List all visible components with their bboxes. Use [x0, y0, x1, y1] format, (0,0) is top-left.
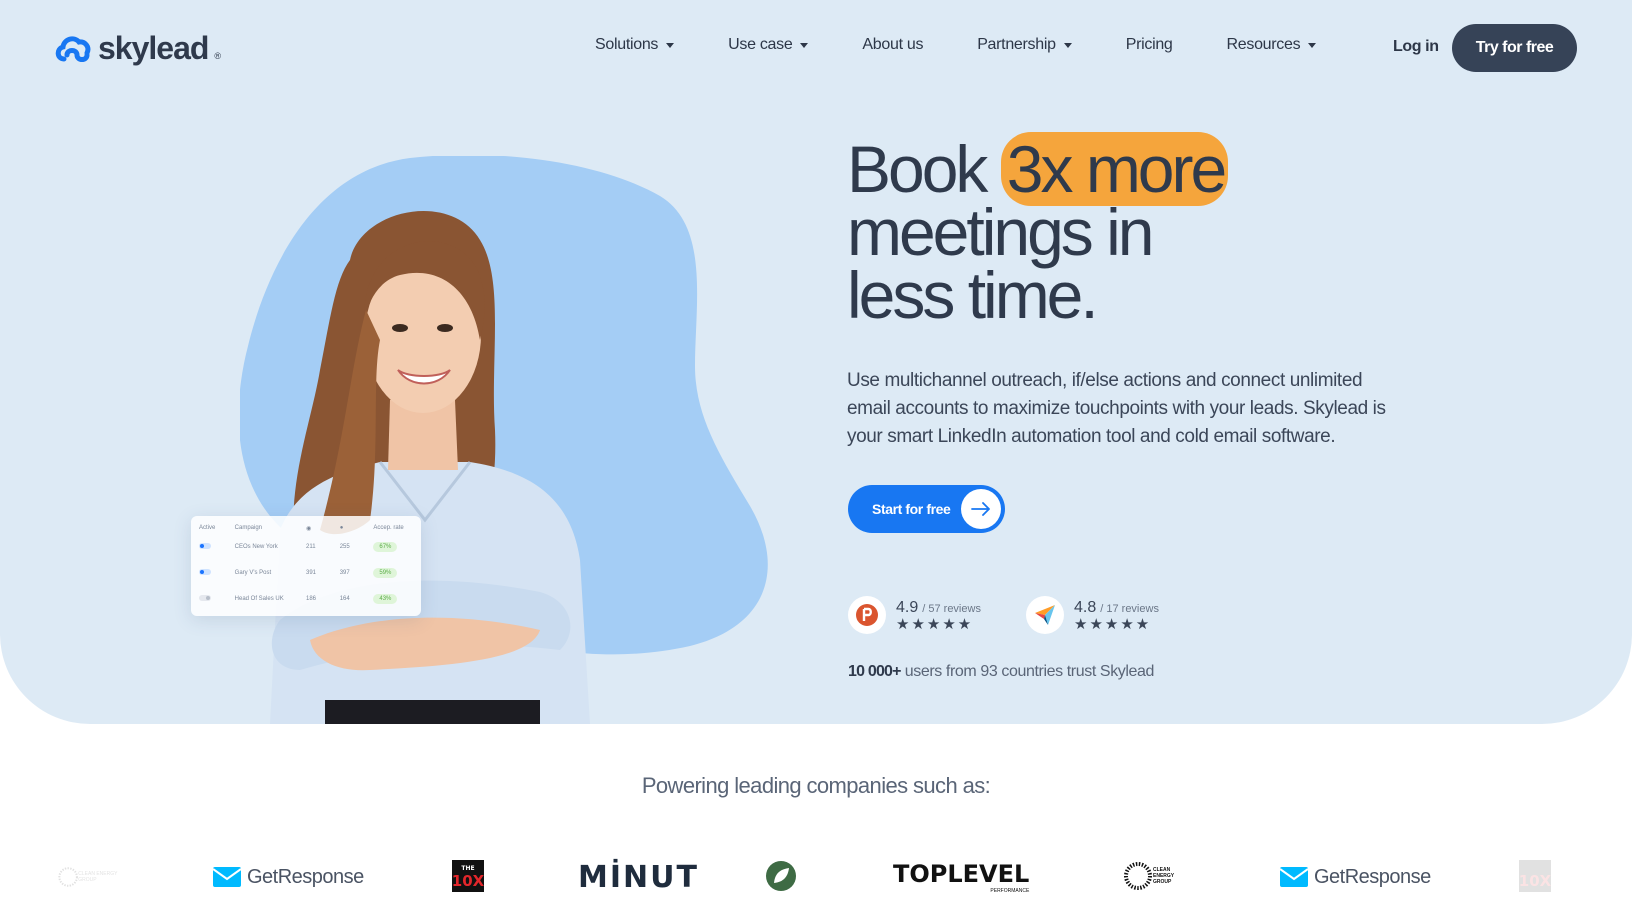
rating-score: 4.8	[1074, 598, 1097, 616]
rating-producthunt[interactable]: 4.9/ 57 reviews ★★★★★	[848, 596, 981, 634]
arrow-right-icon	[961, 489, 1001, 529]
replies-count: 397	[339, 570, 350, 576]
nav-about-us[interactable]: About us	[862, 36, 923, 54]
rating-count: / 17 reviews	[1100, 602, 1159, 615]
partners-title: Powering leading companies such as:	[641, 773, 991, 798]
getresponse-logo: GetResponse	[1280, 861, 1431, 893]
woman-portrait-illustration	[270, 211, 590, 724]
svg-text:10X: 10X	[452, 872, 484, 890]
nav-partnership[interactable]: Partnership	[977, 36, 1072, 54]
logo-text: skylead	[98, 30, 209, 66]
column-header: Active	[199, 525, 216, 531]
cloud-logo-icon	[55, 35, 91, 62]
rating-capterra[interactable]: 4.8/ 17 reviews ★★★★★	[1026, 596, 1159, 634]
nav-solutions-label: Solutions	[595, 36, 659, 53]
the10x-logo: 10X	[1519, 860, 1551, 892]
rate-badge: 67%	[373, 542, 398, 552]
envelope-icon	[1280, 867, 1308, 887]
nav-resources-label: Resources	[1226, 36, 1301, 53]
envelope-icon	[213, 867, 241, 887]
clean-energy-logo: CLEAN ENERGY GROUP	[58, 859, 118, 895]
eye-icon: ◉	[306, 525, 312, 532]
nav-resources[interactable]: Resources	[1227, 36, 1317, 54]
column-header: Accep. rate	[373, 525, 404, 531]
hero-headline: Book 3x more meetings in less time.	[847, 132, 1229, 328]
svg-text:THE: THE	[461, 865, 474, 872]
nav-pricing[interactable]: Pricing	[1126, 36, 1173, 54]
partner-logos: CLEAN ENERGY GROUP GetResponse THE 10X Mİ…	[0, 855, 1632, 899]
trust-text: users from 93 countries trust Skylead	[900, 663, 1155, 680]
campaign-name: CEOs New York	[234, 544, 278, 550]
hero-description: Use multichannel outreach, if/else actio…	[847, 370, 1386, 447]
table-row: CEOs New York 211 255 67%	[199, 534, 413, 560]
views-count: 211	[306, 544, 316, 550]
active-toggle[interactable]	[199, 595, 211, 601]
capterra-icon	[1026, 596, 1064, 634]
chevron-down-icon	[1063, 42, 1072, 48]
nav-about-us-label: About us	[862, 36, 924, 53]
nav-use-case[interactable]: Use case	[728, 36, 809, 54]
views-count: 391	[306, 570, 317, 576]
start-button-label: Start for free	[872, 501, 951, 517]
rating-count: / 57 reviews	[922, 602, 981, 615]
rate-badge: 59%	[373, 568, 398, 578]
minut-logo: MİNUT	[578, 859, 699, 895]
table-row: Head Of Sales UK 186 164 43%	[199, 586, 413, 612]
nav-pricing-label: Pricing	[1125, 36, 1173, 53]
svg-text:10X: 10X	[1519, 872, 1551, 890]
main-nav: Solutions Use case About us Partnership …	[595, 36, 1317, 54]
active-toggle[interactable]	[199, 569, 211, 575]
rate-badge: 43%	[373, 594, 398, 604]
table-row: Gary V's Post 391 397 59%	[199, 560, 413, 586]
star-rating: ★★★★★	[1074, 615, 1152, 633]
nav-solutions[interactable]: Solutions	[595, 36, 675, 54]
rating-score: 4.9	[896, 598, 919, 616]
campaign-stats-card: Active Campaign ◉ ● Accep. rate CEOs New…	[191, 516, 421, 616]
campaign-name: Head Of Sales UK	[234, 596, 284, 602]
nav-use-case-label: Use case	[728, 36, 793, 53]
user-count: 10 000+	[848, 663, 901, 680]
star-rating: ★★★★★	[896, 615, 974, 633]
start-for-free-button[interactable]: Start for free	[848, 485, 1005, 533]
views-count: 186	[306, 596, 317, 602]
chevron-down-icon	[666, 42, 675, 48]
leaf-logo	[765, 860, 797, 892]
table-header: Active Campaign ◉ ● Accep. rate	[199, 522, 413, 534]
toplevel-logo: TOPLEVEL PERFORMANCE	[893, 860, 1030, 894]
logo-registered: ®	[214, 50, 222, 61]
chat-icon: ●	[339, 525, 344, 531]
skylead-logo[interactable]: skylead ®	[54, 30, 221, 67]
try-for-free-button[interactable]: Try for free	[1452, 24, 1577, 72]
getresponse-logo: GetResponse	[213, 861, 364, 893]
headline-line-3: less time.	[847, 258, 1099, 332]
replies-count: 164	[339, 596, 350, 602]
trust-statement: 10 000+ users from 93 countries trust Sk…	[848, 663, 1154, 681]
active-toggle[interactable]	[199, 543, 211, 549]
chevron-down-icon	[800, 42, 809, 48]
campaign-name: Gary V's Post	[234, 570, 272, 576]
producthunt-icon	[848, 596, 886, 634]
chevron-down-icon	[1308, 42, 1317, 48]
login-link[interactable]: Log in	[1393, 38, 1439, 56]
replies-count: 255	[339, 544, 350, 550]
nav-partnership-label: Partnership	[977, 36, 1056, 53]
the10x-logo: THE 10X	[452, 860, 484, 892]
clean-energy-logo: CLEAN ENERGY GROUP	[1122, 859, 1184, 893]
column-header: Campaign	[234, 525, 263, 531]
